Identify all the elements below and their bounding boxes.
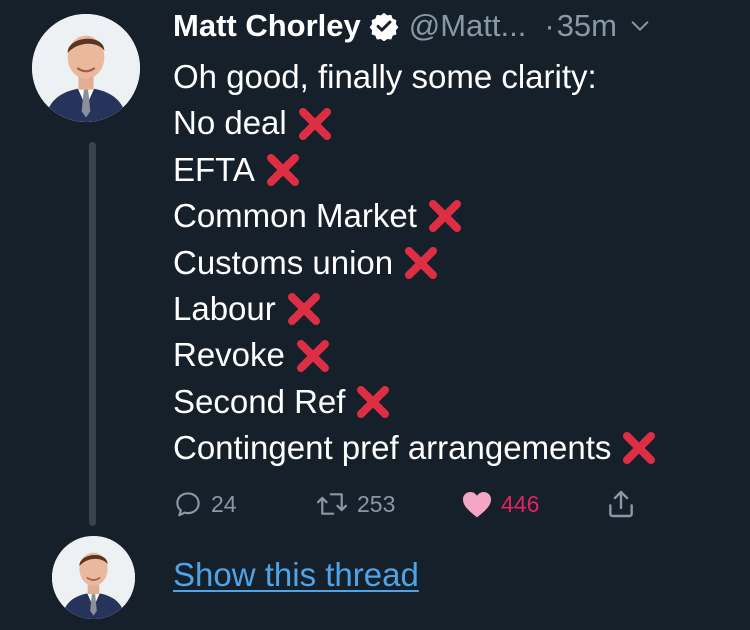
tweet-line-text: Second Ref: [173, 382, 346, 420]
author-name[interactable]: Matt Chorley: [173, 8, 361, 44]
avatar-photo: [52, 536, 135, 619]
author-avatar[interactable]: [32, 14, 140, 122]
tweet-line-text: Customs union: [173, 243, 394, 281]
tweet-line-text: No deal: [173, 104, 287, 142]
avatar-photo: [32, 14, 140, 122]
tweet-line: Contingent pref arrangements: [173, 425, 743, 471]
cross-mark-icon: [619, 428, 659, 468]
cross-mark-icon: [293, 336, 333, 376]
tweet-line: Labour: [173, 286, 743, 332]
share-button[interactable]: [605, 484, 637, 524]
tweet-line: Common Market: [173, 193, 743, 239]
cross-mark-icon: [263, 150, 303, 190]
like-count: 446: [501, 490, 540, 517]
tweet-header: Matt Chorley @Matt... · 35m: [173, 4, 733, 48]
cross-mark-icon: [353, 382, 393, 422]
tweet-line-text: Oh good, finally some clarity:: [173, 58, 597, 95]
tweet-line-text: Contingent pref arrangements: [173, 429, 612, 467]
show-this-thread-link[interactable]: Show this thread: [173, 556, 419, 594]
reply-button[interactable]: 24: [173, 484, 237, 524]
retweet-count: 253: [357, 490, 396, 517]
heart-icon: [463, 492, 491, 518]
chevron-down-icon[interactable]: [629, 15, 651, 37]
tweet-line: Revoke: [173, 332, 743, 378]
tweet-timestamp[interactable]: 35m: [557, 8, 617, 44]
reply-icon: [176, 492, 200, 517]
tweet-line: No deal: [173, 100, 743, 146]
like-button[interactable]: 446: [461, 484, 539, 524]
tweet-text: Oh good, finally some clarity: No deal E…: [173, 54, 743, 472]
author-handle[interactable]: @Matt...: [409, 8, 527, 44]
tweet-line-text: Revoke: [173, 336, 285, 374]
share-icon: [609, 490, 633, 518]
cross-mark-icon: [401, 243, 441, 283]
tweet-line-text: EFTA: [173, 150, 255, 188]
cross-mark-icon: [284, 289, 324, 329]
thread-connector-line: [89, 142, 96, 526]
tweet-line: Customs union: [173, 240, 743, 286]
retweet-button[interactable]: 253: [315, 484, 395, 524]
tweet-line: Oh good, finally some clarity:: [173, 54, 743, 100]
reply-count: 24: [211, 490, 237, 517]
retweet-icon: [316, 493, 348, 515]
thread-author-avatar[interactable]: [52, 536, 135, 619]
cross-mark-icon: [295, 104, 335, 144]
cross-mark-icon: [425, 196, 465, 236]
tweet-line: Second Ref: [173, 379, 743, 425]
tweet-line-text: Common Market: [173, 197, 417, 235]
verified-badge-icon: [369, 11, 399, 41]
tweet-actions: 24 253 446: [173, 484, 673, 524]
tweet-line: EFTA: [173, 147, 743, 193]
tweet-line-text: Labour: [173, 289, 276, 327]
time-separator: ·: [544, 8, 555, 43]
